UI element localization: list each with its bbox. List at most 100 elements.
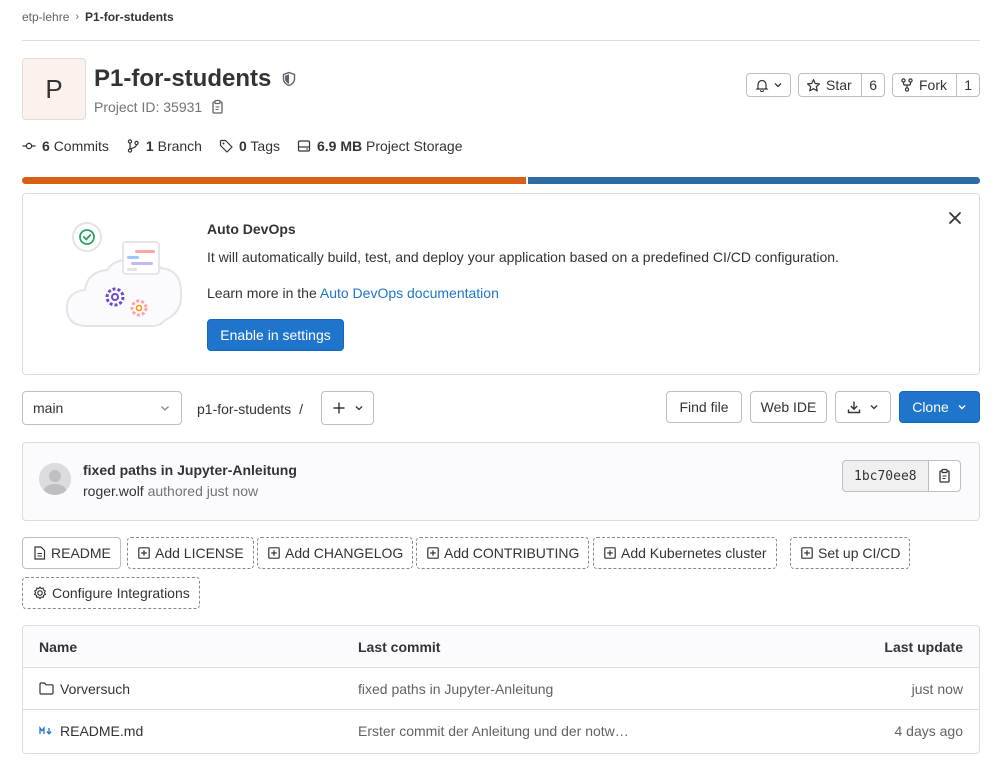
file-name[interactable]: README.md [60, 723, 143, 739]
add-contributing-label: Add CONTRIBUTING [444, 545, 580, 561]
branch-name: main [33, 400, 64, 416]
setup-cicd-label: Set up CI/CD [818, 545, 901, 561]
find-file-button[interactable]: Find file [666, 391, 742, 423]
add-changelog-button[interactable]: Add CHANGELOG [257, 537, 414, 569]
last-commit-panel: fixed paths in Jupyter-Anleitung roger.w… [22, 442, 980, 521]
table-row[interactable]: Vorversuch fixed paths in Jupyter-Anleit… [23, 668, 979, 710]
commit-sha-group: 1bc70ee8 [842, 460, 961, 492]
add-changelog-label: Add CHANGELOG [285, 545, 404, 561]
breadcrumb-group[interactable]: etp-lehre [22, 10, 69, 24]
language-bar [22, 177, 980, 184]
breadcrumb-project[interactable]: P1-for-students [85, 10, 174, 24]
copy-icon[interactable] [927, 461, 960, 491]
branch-selector[interactable]: main [22, 391, 182, 425]
configure-integrations-button[interactable]: Configure Integrations [22, 577, 200, 609]
plus-square-icon [268, 547, 280, 559]
file-updated: 4 days ago [894, 723, 964, 739]
header-divider [22, 40, 980, 41]
tags-count: 0 [238, 138, 247, 154]
copy-icon[interactable] [210, 99, 224, 115]
language-segment[interactable] [22, 177, 526, 184]
commit-icon [22, 139, 36, 153]
chevron-right-icon: › [75, 11, 80, 23]
branches-stat[interactable]: 1 Branch [126, 138, 202, 154]
devops-illustration [65, 220, 185, 332]
star-button[interactable]: Star 6 [798, 73, 885, 97]
setup-cicd-button[interactable]: Set up CI/CD [790, 537, 911, 569]
add-kubernetes-button[interactable]: Add Kubernetes cluster [593, 537, 777, 569]
enable-in-settings-button[interactable]: Enable in settings [207, 319, 344, 351]
notification-button[interactable] [746, 73, 791, 97]
last-update-column-header: Last update [884, 638, 963, 655]
path-root[interactable]: p1-for-students [197, 401, 291, 417]
file-name-cell[interactable]: README.md [39, 723, 143, 739]
commits-count: 6 [42, 138, 50, 154]
readme-button[interactable]: README [22, 537, 121, 569]
table-row[interactable]: README.md Erster commit der Anleitung un… [23, 710, 979, 752]
file-updated: just now [911, 680, 963, 697]
close-icon[interactable] [947, 210, 963, 226]
clone-label: Clone [912, 399, 949, 415]
auto-devops-learn-more: Learn more in the Auto DevOps documentat… [207, 285, 499, 301]
auto-devops-banner: Auto DevOps It will automatically build,… [22, 193, 980, 375]
star-icon [806, 78, 821, 93]
commits-label: Commits [53, 138, 109, 154]
branch-count: 1 [145, 138, 154, 154]
table-header: Name Last commit Last update [23, 626, 979, 668]
file-name-cell[interactable]: Vorversuch [39, 681, 130, 697]
disk-icon [297, 139, 311, 153]
commits-stat[interactable]: 6 Commits [22, 138, 109, 154]
plus-square-icon [801, 547, 813, 559]
gear-icon [33, 586, 47, 600]
shield-icon [281, 71, 297, 87]
tag-icon [219, 139, 233, 153]
tags-stat[interactable]: 0 Tags [219, 138, 280, 154]
auto-devops-docs-link[interactable]: Auto DevOps documentation [320, 285, 499, 301]
folder-icon [39, 682, 54, 695]
project-id: Project ID: 35931 [94, 98, 224, 116]
last-commit-column-header: Last commit [358, 638, 441, 655]
path-separator: / [299, 401, 304, 417]
add-license-button[interactable]: Add LICENSE [127, 537, 254, 569]
download-button[interactable] [835, 391, 891, 423]
file-commit-message[interactable]: Erster commit der Anleitung und der notw… [358, 723, 629, 739]
chevron-down-icon [869, 402, 879, 412]
file-commit-message[interactable]: fixed paths in Jupyter-Anleitung [358, 681, 553, 697]
plus-square-icon [138, 547, 150, 559]
add-contributing-button[interactable]: Add CONTRIBUTING [416, 537, 590, 569]
chevron-down-icon [773, 80, 783, 90]
branch-label: Branch [157, 138, 202, 154]
commit-message[interactable]: fixed paths in Jupyter-Anleitung [83, 462, 297, 478]
plus-icon [332, 401, 346, 415]
breadcrumb: etp-lehre › P1-for-students [22, 9, 174, 25]
chevron-down-icon [354, 403, 364, 413]
web-ide-button[interactable]: Web IDE [750, 391, 827, 423]
commit-author[interactable]: roger.wolf [83, 483, 144, 499]
file-name[interactable]: Vorversuch [60, 681, 130, 697]
clone-button[interactable]: Clone [899, 391, 980, 423]
add-license-label: Add LICENSE [155, 545, 244, 561]
fork-button[interactable]: Fork 1 [892, 73, 980, 97]
tags-label: Tags [250, 138, 280, 154]
project-name: P1-for-students [94, 65, 272, 92]
avatar[interactable] [39, 463, 71, 495]
avatar-letter: P [45, 73, 63, 104]
commit-time: authored just now [147, 483, 259, 499]
add-to-tree-button[interactable] [321, 391, 374, 425]
fork-icon [900, 78, 914, 92]
name-column-header: Name [39, 638, 78, 655]
commit-sha[interactable]: 1bc70ee8 [843, 461, 928, 491]
project-title: P1-for-students [94, 63, 297, 95]
star-count[interactable]: 6 [861, 74, 884, 96]
bell-icon [755, 78, 769, 92]
language-segment[interactable] [528, 177, 980, 184]
star-label: Star [826, 77, 852, 93]
fork-count[interactable]: 1 [956, 74, 979, 96]
file-table: Name Last commit Last update Vorversuch … [22, 625, 980, 754]
readme-label: README [51, 545, 111, 561]
storage-stat[interactable]: 6.9 MB Project Storage [297, 138, 463, 154]
plus-square-icon [427, 547, 439, 559]
commit-meta: roger.wolf authored just now [83, 483, 258, 499]
project-stats: 6 Commits 1 Branch 0 Tags 6.9 MB Project… [22, 137, 480, 155]
add-kubernetes-label: Add Kubernetes cluster [621, 545, 767, 561]
